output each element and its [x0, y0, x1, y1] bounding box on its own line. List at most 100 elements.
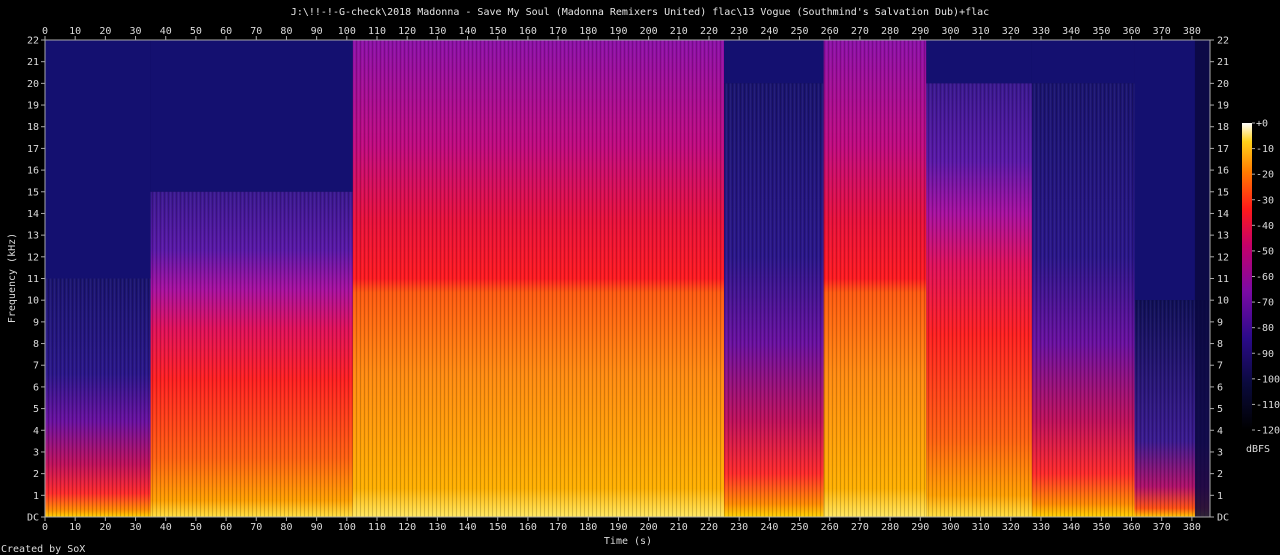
y-axis-label: Frequency (kHz): [7, 233, 18, 323]
y-tick-label: 5: [1217, 404, 1223, 415]
x-tick-label: 350: [1092, 26, 1110, 37]
x-tick-label: 370: [1153, 522, 1171, 533]
colorbar-tick-label: -60: [1256, 272, 1274, 283]
x-tick-label: 360: [1122, 26, 1140, 37]
segment-texture: [150, 191, 353, 518]
y-tick-label: 1: [33, 491, 39, 502]
y-tick-label: 20: [27, 79, 39, 90]
x-tick-label: 170: [549, 26, 567, 37]
x-tick-label: 60: [220, 522, 232, 533]
x-tick-label: 10: [69, 522, 81, 533]
segment-upper-band: [926, 40, 1032, 84]
x-tick-label: 80: [280, 522, 292, 533]
x-tick-label: 280: [881, 522, 899, 533]
x-tick-label: 320: [1002, 522, 1020, 533]
y-tick-label: 8: [1217, 339, 1223, 350]
x-tick-label: 340: [1062, 26, 1080, 37]
x-tick-label: 70: [250, 522, 262, 533]
y-tick-label: 1: [1217, 491, 1223, 502]
segment-upper-band: [150, 40, 353, 192]
spectrogram-plot-area: [45, 40, 1210, 518]
colorbar-tick-label: -30: [1256, 195, 1274, 206]
y-tick-label: 14: [27, 209, 39, 220]
x-axis-label: Time (s): [604, 536, 652, 547]
x-tick-label: 120: [398, 522, 416, 533]
y-tick-label: 4: [33, 426, 39, 437]
y-tick-label: 17: [27, 144, 39, 155]
y-tick-label: 18: [1217, 122, 1229, 133]
segment-upper-band: [45, 40, 151, 279]
segment-texture: [1031, 83, 1135, 517]
x-tick-label: 40: [160, 522, 172, 533]
x-tick-label: 20: [99, 26, 111, 37]
x-tick-label: 80: [280, 26, 292, 37]
y-axis-right: DC12345678910111213141516171819202122: [1210, 36, 1229, 524]
x-tick-label: 130: [428, 26, 446, 37]
y-tick-label: 11: [27, 274, 39, 285]
x-tick-label: 70: [250, 26, 262, 37]
x-tick-label: 150: [489, 522, 507, 533]
x-tick-label: 0: [42, 522, 48, 533]
y-axis-left: DC12345678910111213141516171819202122: [27, 36, 45, 524]
x-tick-label: 100: [338, 26, 356, 37]
y-tick-label: 3: [33, 447, 39, 458]
footer-credit: Created by SoX: [1, 544, 85, 555]
segment-texture: [823, 40, 927, 517]
colorbar-tick-label: -40: [1256, 221, 1274, 232]
y-tick-label: DC: [27, 513, 39, 524]
x-axis-bottom: 0 10 20 30 40 50 60 70 80 90 100 110 120 130 140 150 160…: [42, 517, 1201, 533]
colorbar-label: dBFS: [1246, 444, 1270, 455]
x-tick-label: 310: [972, 522, 990, 533]
y-tick-label: 19: [27, 101, 39, 112]
x-tick-label: 180: [579, 26, 597, 37]
y-tick-label: 11: [1217, 274, 1229, 285]
colorbar-tick-label: -70: [1256, 298, 1274, 309]
colorbar-tick-label: -10: [1256, 144, 1274, 155]
y-tick-label: 10: [1217, 296, 1229, 307]
x-tick-label: 140: [459, 522, 477, 533]
x-tick-label: 10: [69, 26, 81, 37]
chart-title: J:\!!-!-G-check\2018 Madonna - Save My S…: [291, 7, 989, 18]
x-tick-label: 380: [1183, 26, 1201, 37]
y-tick-label: 16: [27, 166, 39, 177]
y-tick-label: 21: [1217, 57, 1229, 68]
x-tick-label: 280: [881, 26, 899, 37]
x-tick-label: 270: [851, 26, 869, 37]
x-tick-label: 200: [640, 26, 658, 37]
x-tick-label: 100: [338, 522, 356, 533]
y-tick-label: 17: [1217, 144, 1229, 155]
y-tick-label: 15: [1217, 187, 1229, 198]
x-tick-label: 140: [459, 26, 477, 37]
x-tick-label: 210: [670, 26, 688, 37]
colorbar-tick-label: +0: [1256, 119, 1268, 130]
colorbar-tick-label: -110: [1256, 400, 1280, 411]
colorbar-tick-label: -50: [1256, 246, 1274, 257]
x-tick-label: 90: [311, 26, 323, 37]
y-tick-label: 22: [27, 36, 39, 47]
x-tick-label: 360: [1122, 522, 1140, 533]
x-tick-label: 50: [190, 26, 202, 37]
x-tick-label: 340: [1062, 522, 1080, 533]
x-tick-label: 20: [99, 522, 111, 533]
x-tick-label: 230: [730, 26, 748, 37]
colorbar-tick-label: -80: [1256, 323, 1274, 334]
y-tick-label: 12: [27, 252, 39, 263]
x-tick-label: 60: [220, 26, 232, 37]
x-tick-label: 210: [670, 522, 688, 533]
y-tick-label: 15: [27, 187, 39, 198]
y-tick-label: 5: [33, 404, 39, 415]
y-tick-label: 14: [1217, 209, 1229, 220]
y-tick-label: 20: [1217, 79, 1229, 90]
x-tick-label: 220: [700, 26, 718, 37]
x-tick-label: 290: [911, 26, 929, 37]
y-tick-label: DC: [1217, 513, 1229, 524]
y-tick-label: 16: [1217, 166, 1229, 177]
y-tick-label: 13: [1217, 231, 1229, 242]
x-tick-label: 30: [130, 522, 142, 533]
x-tick-label: 230: [730, 522, 748, 533]
y-tick-label: 3: [1217, 447, 1223, 458]
segment-upper-band: [724, 40, 824, 84]
x-tick-label: 310: [972, 26, 990, 37]
x-axis-top: 0 10 20 30 40 50 60 70 80 90 100 110 120 130 140 150 160…: [42, 26, 1201, 40]
x-tick-label: 30: [130, 26, 142, 37]
